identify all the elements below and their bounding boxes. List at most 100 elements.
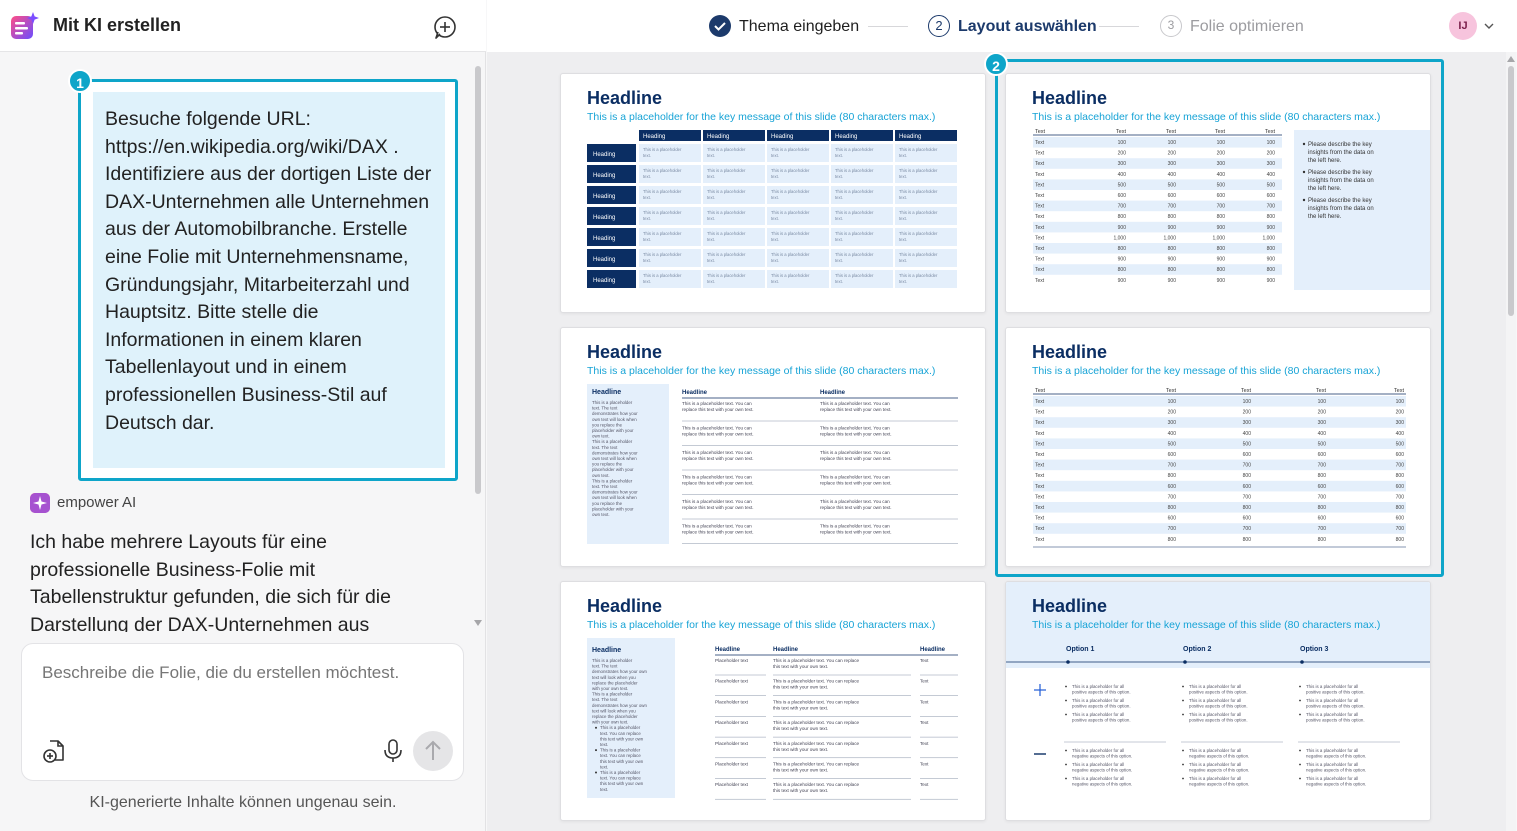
negative-text: This is a placeholder for all (1072, 762, 1124, 767)
bullet-dot (1299, 749, 1301, 752)
bullet-dot (1299, 777, 1301, 780)
sidebar-text: text. The text (592, 406, 618, 411)
cell-text: text. (835, 279, 843, 284)
row-header-label: Heading (593, 215, 615, 221)
sidebar-text: text. The text (592, 697, 618, 702)
sidebar-text: demonstrates how your own (592, 703, 647, 708)
prompt-input[interactable] (42, 658, 442, 688)
cell-text: This is a placeholder (899, 273, 938, 278)
cell-text: Placeholder text (715, 762, 749, 767)
positive-text: positive aspects of this option. (1306, 690, 1365, 695)
scroll-up-arrow-icon[interactable] (1507, 56, 1515, 62)
bullet-dot (1182, 763, 1184, 766)
cell-text: text. (771, 258, 779, 263)
column-header: Headline (715, 647, 741, 653)
bullet-dot (1065, 713, 1067, 716)
cell-text: replace this text with your own text. (682, 481, 754, 486)
panel-title: Mit KI erstellen (53, 15, 182, 35)
sidebar-text: you replace the (592, 422, 623, 427)
positive-text: This is a placeholder for all (1189, 712, 1241, 717)
bullet-dot (1182, 777, 1184, 780)
sidebar-text: This is a placeholder (592, 692, 633, 697)
negative-text: This is a placeholder for all (1306, 762, 1358, 767)
cell-text: This is a placeholder text. You can (820, 426, 890, 431)
layout-card-sidebar-list[interactable]: Headline This is a placeholder for the k… (560, 327, 986, 567)
assistant-message: Ich habe mehrere Layouts für eine profes… (30, 531, 391, 632)
negative-text: negative aspects of this option. (1189, 768, 1249, 773)
positive-text: positive aspects of this option. (1189, 718, 1248, 723)
sidebar-text: this text with your own (600, 759, 644, 764)
selected-layout-frame (995, 59, 1444, 577)
chat-scrollbar[interactable] (474, 60, 482, 630)
cell-text: Text (920, 720, 929, 725)
layout-card-options[interactable]: Option 1 Option 2 Option 3 This is a placeh… (1005, 581, 1431, 821)
chevron-down-icon[interactable] (1483, 20, 1495, 32)
cell-text: This is a placeholder (899, 252, 938, 257)
bullet-dot (1182, 749, 1184, 752)
positive-text: This is a placeholder for all (1306, 684, 1358, 689)
sidebar-text: text. The text (592, 445, 618, 450)
layout-card-matrix[interactable]: Headline This is a placeholder for the k… (560, 73, 986, 313)
sidebar-text: with your own text. (592, 686, 628, 691)
sidebar-text: this text with your own (600, 736, 644, 741)
microphone-icon[interactable] (382, 738, 404, 764)
step-label: Thema eingeben (739, 18, 860, 35)
sidebar-text: own text will look when (592, 495, 637, 500)
ai-side-panel: Mit KI erstellen Besuche folgende URL: h… (0, 0, 486, 831)
bullet-dot (595, 771, 597, 774)
cell-text: This is a placeholder (899, 210, 938, 215)
scroll-down-arrow-icon[interactable] (474, 620, 482, 626)
cell-text: This is a placeholder (643, 231, 682, 236)
cell-text: replace this text with your own text. (682, 530, 754, 535)
cell-text: This is a placeholder text. You can (682, 426, 752, 431)
cell-text: text. (643, 258, 651, 263)
cell-text: This is a placeholder (899, 168, 938, 173)
column-header-label: Heading (643, 134, 665, 140)
bullet-dot (1065, 699, 1067, 702)
layout-card-sidebar-table[interactable]: Headline This is a placeholder for the k… (560, 581, 986, 821)
cell-text: text. (707, 258, 715, 263)
sidebar-list-thumbnail: HeadlineThis is a placeholdertext. The t… (587, 384, 958, 544)
cell-text: This is a placeholder text. You can (682, 401, 752, 406)
column-header: Headline (820, 390, 846, 396)
cell-text: text. (707, 237, 715, 242)
cell-text: This is a placeholder text. You can repl… (773, 699, 860, 704)
cell-text: This is a placeholder (835, 231, 874, 236)
cell-text: This is a placeholder (835, 273, 874, 278)
attach-file-icon[interactable] (41, 738, 67, 764)
scrollbar-thumb[interactable] (475, 66, 481, 494)
cell-text: This is a placeholder (835, 147, 874, 152)
new-chat-plus-icon[interactable] (432, 14, 458, 40)
cell-text: replace this text with your own text. (820, 530, 892, 535)
sidebar-text: This is a placeholder (592, 400, 633, 405)
sidebar-text: with your own text. (592, 720, 628, 725)
cell-text: text. (899, 153, 907, 158)
cell-text: This is a placeholder (707, 189, 746, 194)
negative-text: negative aspects of this option. (1072, 754, 1132, 759)
step-label: Folie optimieren (1190, 18, 1304, 35)
positive-text: This is a placeholder for all (1189, 684, 1241, 689)
cell-text: text. (643, 174, 651, 179)
cell-text: This is a placeholder (771, 210, 810, 215)
cell-text: Text (920, 658, 929, 663)
cell-text: Text (920, 679, 929, 684)
cell-text: text. (899, 174, 907, 179)
user-avatar[interactable]: IJ (1449, 12, 1477, 40)
cell-text: This is a placeholder (771, 189, 810, 194)
send-button[interactable] (413, 731, 453, 771)
cell-text: This is a placeholder (707, 147, 746, 152)
cell-text: Placeholder text (715, 720, 749, 725)
cell-text: text. (835, 174, 843, 179)
layout-gallery: Headline This is a placeholder for the k… (487, 52, 1507, 831)
cell-text: This is a placeholder text. You can (682, 475, 752, 480)
column-header: Headline (920, 647, 946, 653)
gallery-scrollbar[interactable] (1506, 52, 1516, 831)
sidebar-text: This is a placeholder (600, 770, 641, 775)
cell-text: This is a placeholder (643, 189, 682, 194)
sidebar-table-thumbnail: HeadlineThis is a placeholdertext. The t… (587, 638, 958, 800)
cell-text: This is a placeholder text. You can (820, 450, 890, 455)
scrollbar-thumb[interactable] (1508, 66, 1514, 316)
option-label: Option 1 (1066, 646, 1094, 653)
bullet-dot (1182, 713, 1184, 716)
row-header-label: Heading (593, 278, 615, 284)
